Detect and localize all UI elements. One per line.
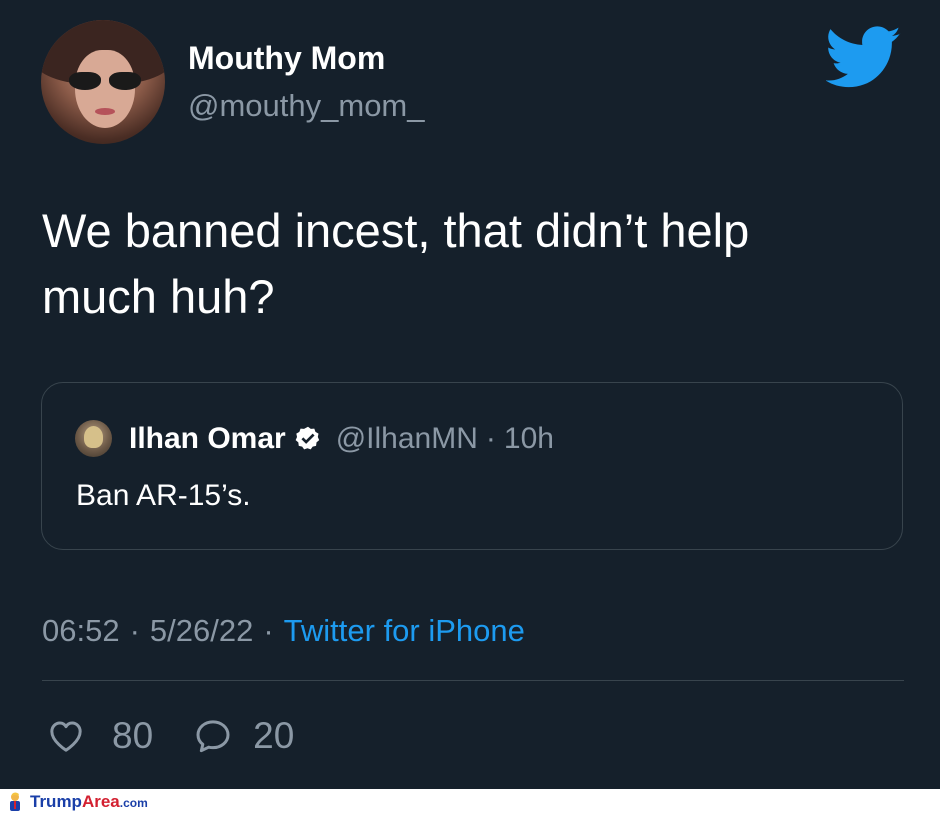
quoted-author-name[interactable]: Ilhan Omar: [129, 422, 286, 456]
trump-figure-logo-icon: [10, 792, 20, 811]
avatar-sunglasses: [69, 72, 141, 90]
tweet-metadata: 06:52 · 5/26/22 · Twitter for iPhone: [42, 610, 525, 652]
quoted-tweet-header: Ilhan Omar @IlhanMN · 10h: [129, 421, 554, 457]
tweet-date[interactable]: 5/26/22: [150, 613, 253, 649]
tweet-actions: 80 20: [46, 712, 334, 760]
quoted-author-handle[interactable]: @IlhanMN: [336, 422, 478, 456]
author-avatar[interactable]: [41, 20, 165, 144]
avatar-headscarf: [84, 426, 103, 448]
twitter-bird-icon: [826, 26, 901, 88]
quoted-tweet-text: Ban AR-15’s.: [76, 479, 251, 512]
heart-icon: [50, 721, 82, 752]
divider: [42, 680, 904, 681]
tweet-time[interactable]: 06:52: [42, 613, 120, 649]
quoted-author-avatar[interactable]: [75, 420, 112, 457]
avatar-lips: [95, 108, 115, 115]
reply-button[interactable]: 20: [193, 715, 294, 757]
watermark-brand-part2: Area: [81, 792, 120, 811]
author-display-name[interactable]: Mouthy Mom: [188, 40, 385, 77]
tweet-text: We banned incest, that didn’t help much …: [42, 198, 902, 330]
tweet-card: Mouthy Mom @mouthy_mom_ We banned incest…: [0, 0, 940, 789]
quoted-timestamp[interactable]: 10h: [504, 422, 554, 456]
watermark-footer: TrumpArea.com: [0, 789, 940, 813]
meta-separator: ·: [263, 613, 274, 648]
reply-count: 20: [253, 715, 295, 756]
like-button[interactable]: 80: [46, 715, 153, 757]
quoted-tweet[interactable]: Ilhan Omar @IlhanMN · 10h Ban AR-15’s.: [41, 382, 903, 550]
watermark-brand-suffix: .com: [119, 796, 148, 810]
watermark-brand-part1: Trump: [30, 792, 82, 811]
meta-separator: ·: [129, 613, 140, 648]
verified-badge-icon: [295, 426, 319, 450]
watermark-text[interactable]: TrumpArea.com: [30, 792, 148, 812]
tweet-text-line: We banned incest, that didn’t help: [42, 204, 750, 257]
author-handle[interactable]: @mouthy_mom_: [188, 88, 425, 124]
tweet-text-line: much huh?: [42, 270, 275, 323]
tweet-source-link[interactable]: Twitter for iPhone: [284, 613, 525, 649]
quoted-separator: ·: [485, 422, 496, 455]
like-count: 80: [112, 715, 154, 756]
reply-bubble-icon: [196, 720, 230, 753]
